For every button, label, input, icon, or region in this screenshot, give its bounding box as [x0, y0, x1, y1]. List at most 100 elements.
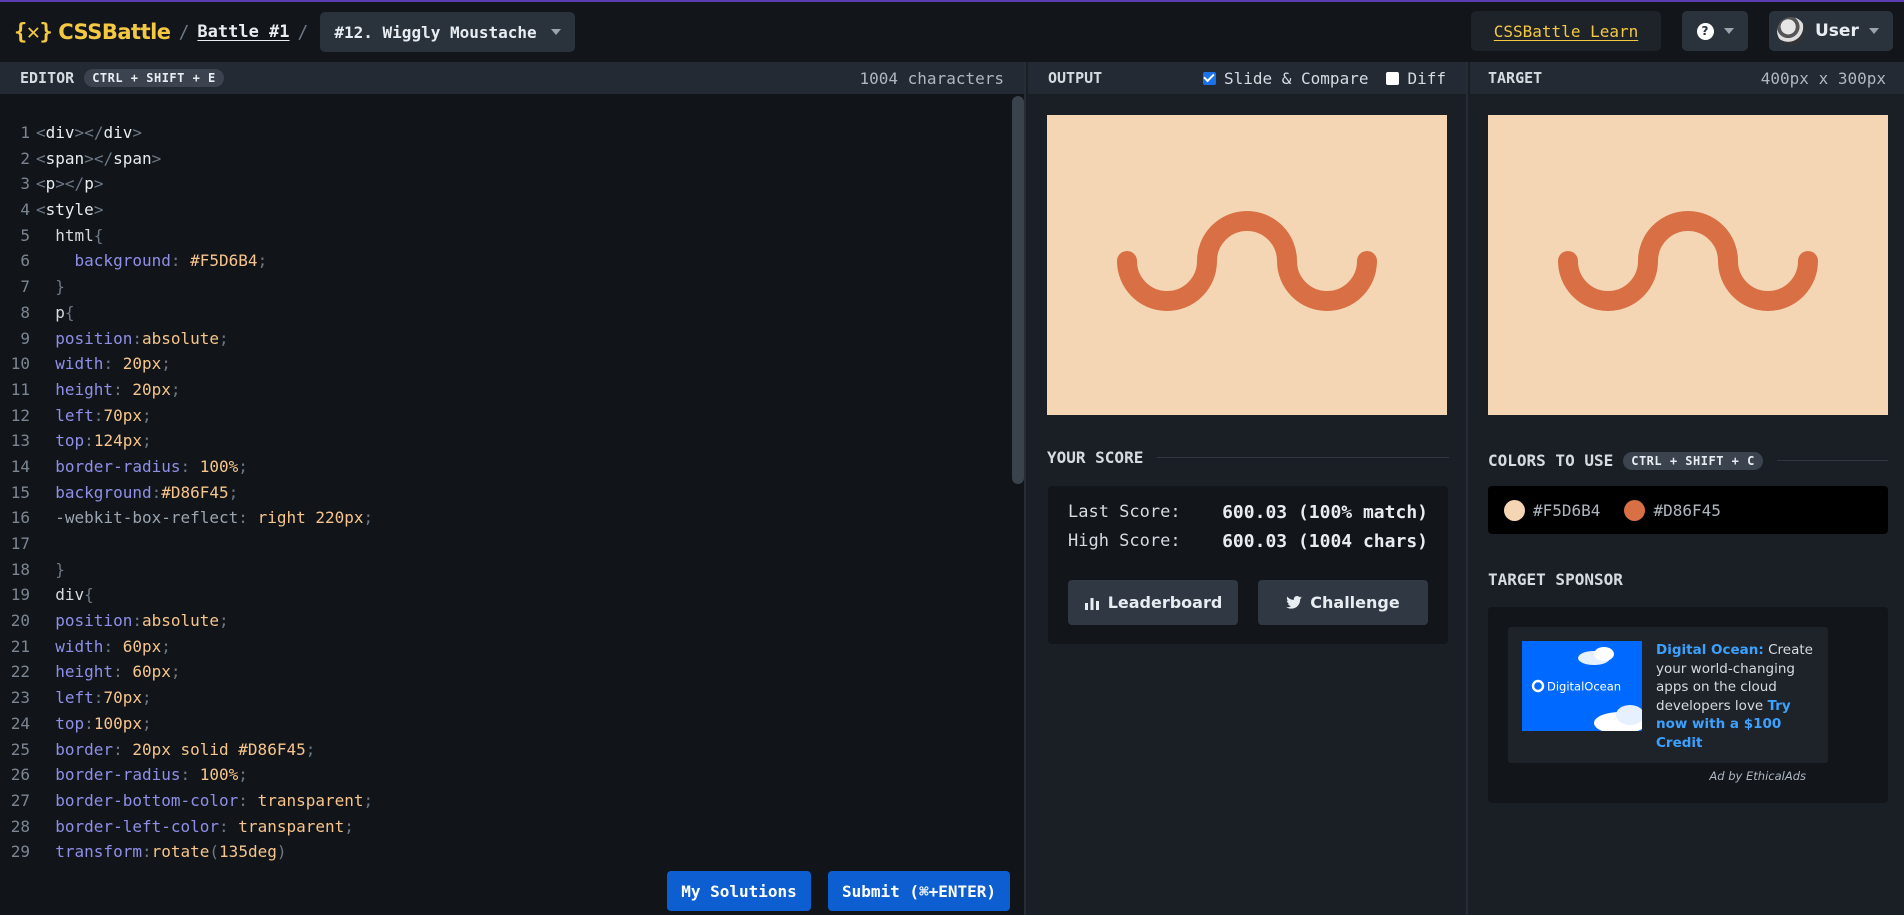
- sponsor-ad[interactable]: DigitalOcean Digital Ocean: Create your …: [1508, 627, 1828, 763]
- sponsor-heading: TARGET SPONSOR: [1488, 570, 1888, 589]
- code-line[interactable]: 5 html{: [0, 223, 1010, 249]
- battle-link[interactable]: Battle #1: [197, 22, 289, 42]
- diff-label: Diff: [1407, 68, 1446, 88]
- high-score-row: High Score: 600.03 (1004 chars): [1068, 531, 1428, 552]
- code-text: height: 20px;: [55, 379, 181, 399]
- code-text: background: #F5D6B4;: [74, 251, 268, 271]
- target-canvas: [1488, 115, 1888, 415]
- code-line[interactable]: 17: [0, 531, 1010, 557]
- code-text: <style>: [36, 200, 104, 220]
- line-number: 15: [10, 482, 30, 502]
- line-number: 9: [20, 328, 30, 348]
- code-line[interactable]: 25 border: 20px solid #D86F45;: [0, 737, 1010, 763]
- target-size: 400px x 300px: [1760, 68, 1886, 88]
- code-line[interactable]: 14 border-radius: 100%;: [0, 454, 1010, 480]
- ad-text[interactable]: Digital Ocean: Create your world-changin…: [1656, 641, 1816, 752]
- code-text: html{: [36, 225, 104, 245]
- line-number: 25: [10, 739, 30, 759]
- score-card: Last Score: 600.03 (100% match) High Sco…: [1048, 486, 1448, 644]
- line-number: 28: [10, 816, 30, 836]
- diff-checkbox[interactable]: Diff: [1386, 69, 1446, 88]
- code-line[interactable]: 15 background:#D86F45;: [0, 480, 1010, 506]
- code-line[interactable]: 11 height: 20px;: [0, 377, 1010, 403]
- challenge-button[interactable]: Challenge: [1258, 580, 1428, 625]
- editor-title: EDITOR: [20, 69, 75, 87]
- cssbattle-learn-link[interactable]: CSSBattle Learn: [1471, 11, 1661, 51]
- color-swatch-bg[interactable]: #F5D6B4: [1504, 499, 1600, 521]
- submit-button[interactable]: Submit (⌘+ENTER): [828, 871, 1010, 911]
- code-line[interactable]: 8 p{: [0, 300, 1010, 326]
- code-line[interactable]: 13 top:124px;: [0, 428, 1010, 454]
- output-panel: OUTPUT Slide & Compare Diff YOUR SCORE L…: [1028, 62, 1468, 915]
- leaderboard-button[interactable]: Leaderboard: [1068, 580, 1238, 625]
- code-line[interactable]: 3 <p></p>: [0, 171, 1010, 197]
- code-line[interactable]: 10 width: 20px;: [0, 351, 1010, 377]
- line-number: 17: [10, 534, 30, 553]
- code-line[interactable]: 26 border-radius: 100%;: [0, 762, 1010, 788]
- target-select-dropdown[interactable]: #12. Wiggly Moustache: [320, 12, 575, 52]
- code-line[interactable]: 23 left:70px;: [0, 685, 1010, 711]
- cssbattle-logo[interactable]: {✕} CSSBattle: [14, 20, 171, 45]
- code-editor[interactable]: 1 <div></div> 2 <span></span> 3 <p></p> 4 <styl…: [0, 120, 1010, 865]
- your-score-heading: YOUR SCORE: [1047, 448, 1449, 467]
- code-line[interactable]: 4 <style>: [0, 197, 1010, 223]
- code-line[interactable]: 27 border-bottom-color: transparent;: [0, 788, 1010, 814]
- code-line[interactable]: 18 }: [0, 557, 1010, 583]
- code-line[interactable]: 22 height: 60px;: [0, 659, 1010, 685]
- line-number: 22: [10, 662, 30, 682]
- output-header: OUTPUT Slide & Compare Diff: [1028, 62, 1466, 94]
- divider: [1776, 460, 1888, 461]
- code-line[interactable]: 9 position:absolute;: [0, 326, 1010, 352]
- code-line[interactable]: 20 position:absolute;: [0, 608, 1010, 634]
- code-line[interactable]: 2 <span></span>: [0, 146, 1010, 172]
- code-text: border-left-color: transparent;: [55, 816, 354, 836]
- target-select-label: #12. Wiggly Moustache: [334, 22, 537, 42]
- code-line[interactable]: 28 border-left-color: transparent;: [0, 814, 1010, 840]
- code-line[interactable]: 29 transform:rotate(135deg): [0, 839, 1010, 865]
- code-line[interactable]: 21 width: 60px;: [0, 634, 1010, 660]
- logo-text: CSSBattle: [58, 20, 171, 44]
- help-menu-button[interactable]: ?: [1682, 11, 1748, 51]
- chevron-down-icon: [1723, 28, 1734, 34]
- slide-compare-label: Slide & Compare: [1223, 68, 1369, 88]
- user-menu-button[interactable]: User: [1769, 11, 1893, 51]
- last-score-value: 600.03 (100% match): [1222, 502, 1428, 523]
- code-line[interactable]: 6 background: #F5D6B4;: [0, 248, 1010, 274]
- logo-icon: {✕}: [14, 19, 53, 45]
- code-line[interactable]: 19 div{: [0, 582, 1010, 608]
- line-number: 18: [10, 559, 30, 579]
- editor-shortcut-badge: CTRL + SHIFT + E: [84, 69, 224, 87]
- code-line[interactable]: 7 }: [0, 274, 1010, 300]
- output-canvas[interactable]: [1047, 115, 1447, 415]
- code-line[interactable]: 1 <div></div>: [0, 120, 1010, 146]
- code-text: background:#D86F45;: [55, 482, 239, 502]
- code-text: top:124px;: [55, 431, 152, 451]
- code-text: left:70px;: [55, 688, 152, 708]
- line-number: 16: [10, 508, 30, 528]
- high-score-label: High Score:: [1068, 531, 1181, 551]
- digitalocean-ad-image[interactable]: DigitalOcean: [1522, 641, 1642, 731]
- ethicalads-credit[interactable]: Ad by EthicalAds: [1709, 769, 1806, 783]
- color-swatch-shape[interactable]: #D86F45: [1624, 499, 1721, 521]
- line-number: 13: [10, 431, 30, 451]
- target-title: TARGET: [1488, 69, 1543, 87]
- cloud-illustration: DigitalOcean: [1531, 647, 1642, 731]
- line-number: 6: [20, 251, 30, 271]
- editor-header: EDITOR CTRL + SHIFT + E 1004 characters: [0, 62, 1024, 94]
- code-text: height: 60px;: [55, 662, 181, 682]
- checkbox-checked-icon: [1202, 71, 1216, 85]
- sponsor-card: DigitalOcean Digital Ocean: Create your …: [1488, 607, 1888, 803]
- editor-scrollbar[interactable]: [1012, 96, 1024, 484]
- code-line[interactable]: 12 left:70px;: [0, 403, 1010, 429]
- line-number: 14: [10, 456, 30, 476]
- sponsor-title: TARGET SPONSOR: [1488, 570, 1623, 589]
- my-solutions-button[interactable]: My Solutions: [667, 871, 811, 911]
- code-line[interactable]: 24 top:100px;: [0, 711, 1010, 737]
- line-number: 7: [20, 277, 30, 297]
- line-number: 11: [10, 379, 30, 399]
- color-hex: #D86F45: [1653, 500, 1721, 520]
- code-line[interactable]: 16 -webkit-box-reflect: right 220px;: [0, 505, 1010, 531]
- line-number: 5: [20, 225, 30, 245]
- slide-compare-checkbox[interactable]: Slide & Compare: [1202, 68, 1369, 88]
- code-text: border-radius: 100%;: [55, 456, 248, 476]
